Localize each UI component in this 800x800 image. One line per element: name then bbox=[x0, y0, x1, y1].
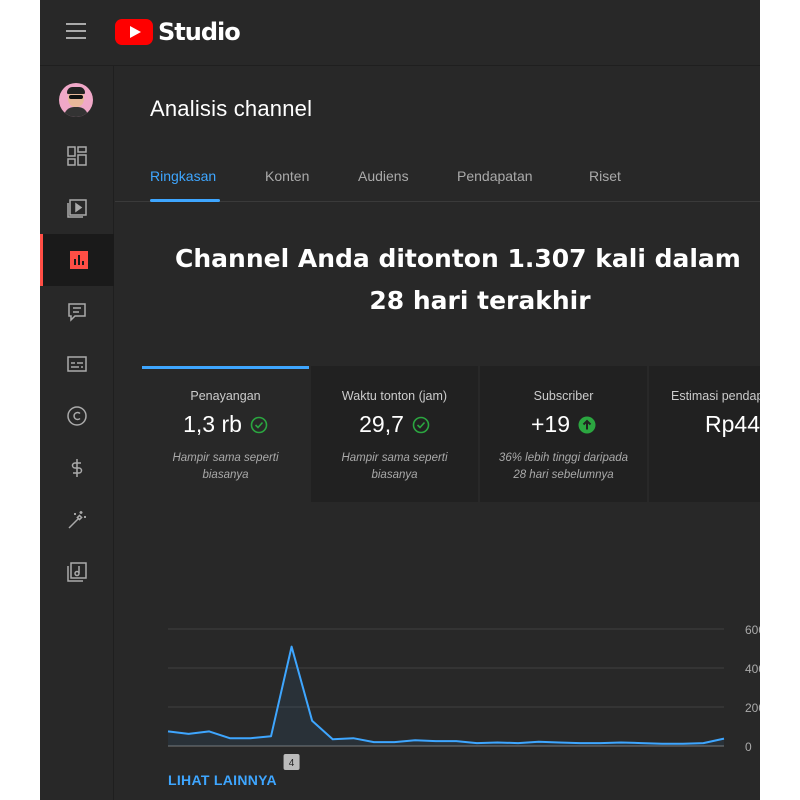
sidebar-item-content[interactable] bbox=[40, 182, 114, 234]
metric-description: Hampir sama seperti biasanya bbox=[341, 452, 448, 481]
sidebar-item-customization[interactable] bbox=[40, 494, 114, 546]
sidebar-item-dashboard[interactable] bbox=[40, 130, 114, 182]
series-line bbox=[167, 645, 725, 745]
earn-icon bbox=[71, 459, 83, 477]
logo-text: Studio bbox=[158, 18, 241, 46]
y-tick-label: 600 bbox=[745, 623, 760, 637]
metric-label: Waktu tonton (jam) bbox=[341, 389, 448, 403]
dashboard-icon bbox=[67, 146, 87, 166]
series-area bbox=[168, 646, 724, 746]
tab-riset[interactable]: Riset bbox=[589, 168, 621, 184]
y-tick-label: 0 bbox=[745, 740, 752, 754]
metric-label: Estimasi pendapatan bbox=[671, 389, 760, 403]
customization-icon bbox=[68, 511, 86, 529]
tab-konten[interactable]: Konten bbox=[265, 168, 309, 184]
metric-cards: Penayangan 1,3 rb Hampir sama seperti bi… bbox=[142, 366, 760, 502]
y-tick-label: 200 bbox=[745, 701, 760, 715]
metric-description: 36% lebih tinggi daripada 28 hari sebelu… bbox=[498, 452, 629, 481]
audio-library-icon bbox=[67, 562, 87, 582]
views-line-chart: 600400200046 Mar ...11 Mar 202415 Mar 20… bbox=[167, 623, 760, 770]
sidebar-item-comments[interactable] bbox=[40, 286, 114, 338]
copyright-icon bbox=[67, 406, 87, 426]
comments-icon bbox=[68, 303, 86, 322]
sidebar-item-audio-library[interactable] bbox=[40, 546, 114, 598]
youtube-play-icon bbox=[115, 19, 153, 45]
studio-logo[interactable]: Studio bbox=[115, 18, 241, 46]
arrow-up-circle-icon bbox=[578, 416, 596, 433]
check-circle-icon bbox=[250, 416, 268, 433]
metric-value: +19 bbox=[530, 411, 570, 437]
sidebar-item-analytics[interactable] bbox=[40, 234, 114, 286]
see-more-link[interactable]: LIHAT LAINNYA bbox=[168, 772, 277, 788]
metric-card-watch-time[interactable]: Waktu tonton (jam) 29,7 Hampir sama sepe… bbox=[311, 366, 478, 502]
marker-label: 4 bbox=[289, 758, 295, 769]
check-circle-icon bbox=[412, 416, 430, 433]
sidebar bbox=[40, 66, 114, 800]
metric-value: 29,7 bbox=[359, 411, 404, 437]
page-title: Analisis channel bbox=[150, 96, 313, 121]
headline-line-2: 28 hari terakhir bbox=[369, 286, 591, 315]
tab-bar: Ringkasan Konten Audiens Pendapatan Rise… bbox=[115, 162, 760, 202]
avatar[interactable] bbox=[59, 83, 93, 117]
views-chart: 600400200046 Mar ...11 Mar 202415 Mar 20… bbox=[142, 502, 760, 800]
sidebar-item-earn[interactable] bbox=[40, 442, 114, 494]
metric-card-subscribers[interactable]: Subscriber +19 36% lebih tinggi daripada… bbox=[480, 366, 647, 502]
metric-label: Penayangan bbox=[190, 389, 261, 403]
content-icon bbox=[67, 199, 87, 218]
metric-value: Rp44 bbox=[705, 411, 760, 437]
metric-label: Subscriber bbox=[533, 389, 594, 403]
tab-pendapatan[interactable]: Pendapatan bbox=[457, 168, 533, 184]
subtitles-icon bbox=[67, 356, 87, 372]
metric-card-revenue[interactable]: Estimasi pendapatan Rp44 bbox=[649, 366, 760, 502]
sidebar-item-subtitles[interactable] bbox=[40, 338, 114, 390]
analytics-icon bbox=[69, 251, 88, 269]
metric-description: Hampir sama seperti biasanya bbox=[172, 452, 279, 481]
studio-app: Studio Analisis channel Ringkasan Konten… bbox=[40, 0, 760, 800]
main-content: Analisis channel Ringkasan Konten Audien… bbox=[115, 66, 760, 800]
menu-icon[interactable] bbox=[66, 22, 86, 40]
metric-card-views[interactable]: Penayangan 1,3 rb Hampir sama seperti bi… bbox=[142, 366, 309, 502]
active-tab-indicator bbox=[150, 199, 220, 202]
tab-audiens[interactable]: Audiens bbox=[358, 168, 409, 184]
tab-ringkasan[interactable]: Ringkasan bbox=[150, 168, 216, 184]
sidebar-item-copyright[interactable] bbox=[40, 390, 114, 442]
headline-line-1: Channel Anda ditonton 1.307 kali dalam bbox=[175, 244, 741, 273]
metric-value: 1,3 rb bbox=[183, 411, 242, 437]
y-tick-label: 400 bbox=[745, 662, 760, 676]
top-bar: Studio bbox=[40, 0, 760, 66]
